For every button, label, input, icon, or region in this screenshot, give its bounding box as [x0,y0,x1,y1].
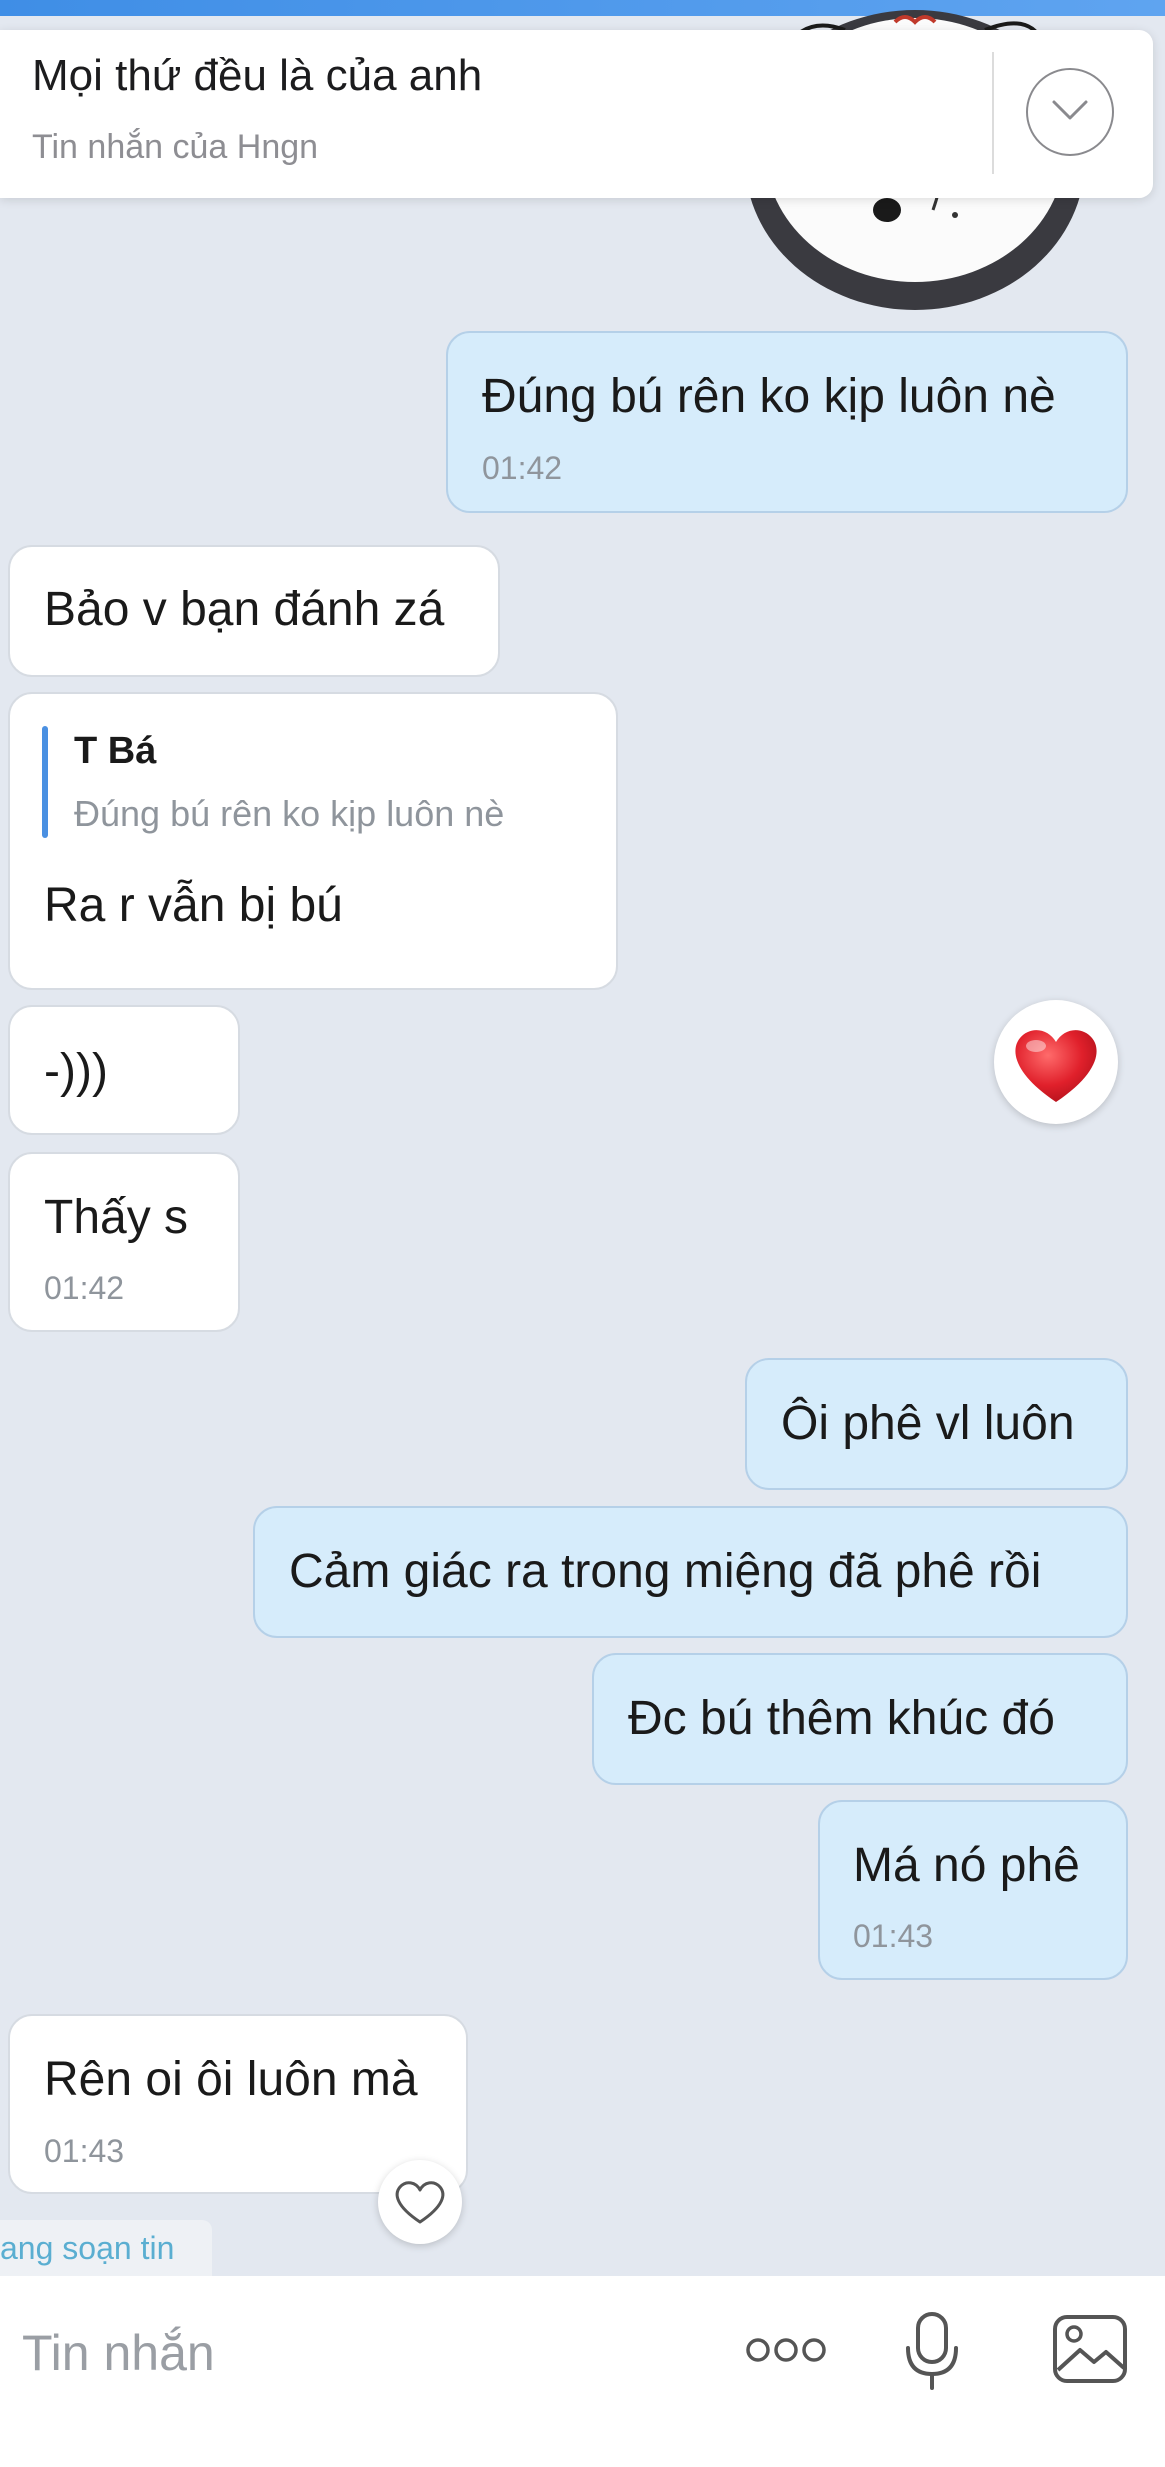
quoted-message-text: Đúng bú rên ko kịp luôn nè [74,793,505,834]
message-text: Đúng bú rên ko kịp luôn nè [482,370,1056,423]
message-text: Đc bú thêm khúc đó [628,1692,1055,1745]
message-text: Má nó phê [853,1839,1080,1892]
message-input[interactable] [22,2324,662,2382]
heart-outline-icon [395,2181,445,2224]
message-time: 01:42 [44,1270,125,1306]
message-text: Cảm giác ra trong miệng đã phê rồi [289,1545,1042,1598]
message-text: Ra r vẫn bị bú [44,879,343,932]
typing-indicator: ang soạn tin [0,2220,212,2276]
message-time: 01:42 [482,450,563,486]
notification-divider [992,52,994,174]
message-text: Ôi phê vl luôn [781,1397,1075,1450]
notification-title: Mọi thứ đều là của anh [32,51,483,100]
expand-notification-button[interactable] [1026,68,1114,156]
message-text: Rên oi ôi luôn mà [44,2053,418,2106]
message-time: 01:43 [853,1918,934,1954]
message-text: -))) [44,1045,108,1098]
message-text: Thấy s [44,1191,189,1244]
more-icon[interactable] [744,2332,828,2368]
quoted-sender-name: T Bá [74,730,157,772]
typing-indicator-text: ang soạn tin [0,2230,175,2266]
image-icon[interactable] [1052,2314,1128,2384]
message-time: 01:43 [44,2133,125,2169]
like-reaction-button[interactable] [378,2160,462,2244]
quote-bar [42,726,48,838]
notification-subtitle: Tin nhắn của Hngn [32,128,319,166]
heart-reaction-button[interactable] [994,1000,1118,1124]
microphone-icon[interactable] [904,2310,960,2392]
message-bubble-incoming[interactable] [8,1005,240,1135]
message-text: Bảo v bạn đánh zá [44,583,445,636]
chevron-down-icon [1052,100,1088,120]
heart-icon [1015,1030,1097,1102]
